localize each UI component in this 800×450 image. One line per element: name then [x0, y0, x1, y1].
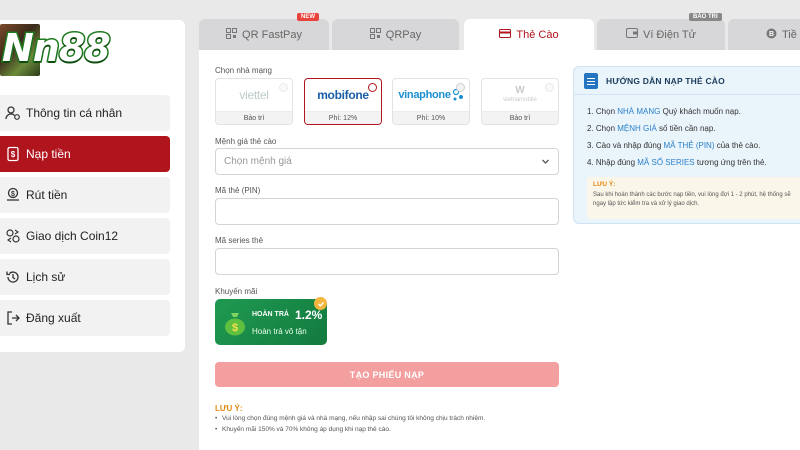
user-settings-icon: [2, 103, 24, 123]
mobifone-logo: mobifone: [305, 79, 381, 111]
tab-label: Ví Điện Tử: [642, 28, 696, 41]
tab-label: Tiề: [782, 28, 797, 41]
sidebar-item-label: Nạp tiền: [26, 147, 71, 161]
network-fee: Phí: 12%: [305, 111, 381, 124]
wallet-icon: [625, 28, 638, 41]
guide-note: LƯU Ý: Sau khi hoàn thành các bước nạp t…: [587, 177, 800, 219]
sidebar-item-label: Thông tin cá nhân: [26, 106, 123, 120]
sidebar-item-label: Giao dịch Coin12: [26, 229, 119, 243]
tab-label: QRPay: [385, 28, 422, 41]
qr-icon: [226, 27, 238, 42]
tab-qrpay[interactable]: QRPay: [332, 19, 459, 50]
guide-step: 3. Cào và nhập đúng MÃ THẺ (PIN) của thẻ…: [587, 141, 761, 150]
create-deposit-button[interactable]: TẠO PHIẾU NẠP: [215, 362, 559, 387]
promo-percent: 1.2%: [295, 308, 323, 322]
card-icon: [499, 28, 512, 41]
sidebar-item-label: Lịch sử: [26, 270, 66, 284]
brand-logo[interactable]: Nn88: [0, 24, 130, 76]
coin-exchange-icon: [2, 226, 24, 246]
sidebar-item-logout[interactable]: Đăng xuất: [0, 300, 170, 336]
network-label: Chọn nhà mạng: [215, 66, 272, 75]
guide-header: HƯỚNG DẪN NẠP THẺ CÀO: [574, 67, 800, 95]
network-option-vinaphone[interactable]: vinaphone Phí: 10%: [392, 78, 470, 125]
chevron-down-icon: [541, 157, 550, 169]
denomination-label: Mệnh giá thẻ cào: [215, 137, 277, 146]
pin-input[interactable]: [215, 198, 559, 225]
radio-indicator: [456, 83, 465, 92]
sidebar-item-profile[interactable]: Thông tin cá nhân: [0, 95, 170, 131]
promo-card-cashback[interactable]: $ HOÀN TRẢ 1.2% Hoàn trả vô tận: [215, 297, 327, 345]
tab-the-cao[interactable]: Thẻ Cào: [464, 19, 594, 50]
deposit-icon: $: [2, 144, 24, 164]
denomination-placeholder: Chọn mệnh giá: [224, 156, 292, 167]
withdraw-icon: $: [2, 185, 24, 205]
tab-label: Thẻ Cào: [516, 28, 559, 41]
promo-title: HOÀN TRẢ: [252, 311, 289, 318]
money-bag-icon: $: [225, 313, 245, 336]
note-item: Vui lòng chọn đúng mệnh giá và nhà mạng,…: [215, 415, 485, 422]
guide-step: 4. Nhập đúng MÃ SỐ SERIES tương ứng trên…: [587, 158, 767, 167]
tab-tien-ao[interactable]: B Tiề: [728, 19, 800, 50]
network-status: Bảo trì: [216, 111, 292, 124]
logout-icon: [2, 308, 24, 328]
guide-step: 2. Chọn MỆNH GIÁ số tiền cần nạp.: [587, 124, 716, 133]
sidebar-item-label: Đăng xuất: [26, 311, 81, 325]
deposit-method-tabs: QR FastPay NEW QRPay Thẻ Cào Ví Điện Tử …: [199, 13, 800, 50]
promo-label: Khuyến mãi: [215, 287, 258, 296]
denomination-select[interactable]: Chọn mệnh giá: [215, 148, 559, 175]
maintenance-badge: BẢO TRÌ: [689, 13, 722, 21]
sidebar-item-label: Rút tiền: [26, 188, 68, 202]
history-icon: [2, 267, 24, 287]
svg-text:$: $: [11, 191, 15, 198]
guide-panel: HƯỚNG DẪN NẠP THẺ CÀO 1. Chọn NHÀ MẠNG Q…: [573, 66, 800, 224]
logo-text: Nn88: [1, 25, 113, 72]
radio-indicator: [545, 83, 554, 92]
network-status: Bảo trì: [482, 111, 558, 124]
note-item: Khuyến mãi 150% và 70% không áp dụng khi…: [215, 426, 391, 433]
network-option-vietnamobile[interactable]: W vietnamobile Bảo trì: [481, 78, 559, 125]
vietnamobile-logo: W vietnamobile: [482, 79, 558, 111]
viettel-logo: viettel: [216, 79, 292, 111]
check-icon: [314, 297, 327, 310]
guide-title: HƯỚNG DẪN NẠP THẺ CÀO: [606, 75, 725, 86]
tab-qr-fastpay[interactable]: QR FastPay NEW: [199, 13, 329, 50]
pin-label: Mã thẻ (PIN): [215, 186, 261, 195]
network-fee: Phí: 10%: [393, 111, 469, 124]
sidebar-item-coin12[interactable]: Giao dịch Coin12: [0, 218, 170, 254]
guide-note-title: LƯU Ý:: [593, 181, 616, 188]
sidebar-item-history[interactable]: Lịch sử: [0, 259, 170, 295]
tab-label: QR FastPay: [242, 28, 302, 41]
bitcoin-icon: B: [766, 28, 777, 42]
svg-text:$: $: [232, 322, 238, 334]
serial-input[interactable]: [215, 248, 559, 275]
qr-icon: [369, 27, 381, 42]
radio-indicator: [279, 83, 288, 92]
guide-step: 1. Chọn NHÀ MẠNG Quý khách muốn nạp.: [587, 107, 741, 116]
promo-subtitle: Hoàn trả vô tận: [252, 327, 307, 336]
network-option-viettel[interactable]: viettel Bảo trì: [215, 78, 293, 125]
guide-note-body: Sau khi hoàn thành các bước nạp tiền, vu…: [593, 192, 791, 207]
svg-text:$: $: [11, 150, 16, 159]
new-badge: NEW: [297, 13, 319, 21]
svg-text:B: B: [769, 31, 774, 38]
sidebar-item-withdraw[interactable]: $ Rút tiền: [0, 177, 170, 213]
sidebar-item-deposit[interactable]: $ Nạp tiền: [0, 136, 170, 172]
radio-indicator: [368, 83, 377, 92]
vinaphone-logo: vinaphone: [393, 79, 469, 111]
notes-title: LƯU Ý:: [215, 404, 243, 413]
document-icon: [584, 72, 598, 89]
network-option-mobifone[interactable]: mobifone Phí: 12%: [304, 78, 382, 125]
tab-vi-dien-tu[interactable]: Ví Điện Tử BẢO TRÌ: [597, 13, 725, 50]
serial-label: Mã series thẻ: [215, 236, 264, 245]
